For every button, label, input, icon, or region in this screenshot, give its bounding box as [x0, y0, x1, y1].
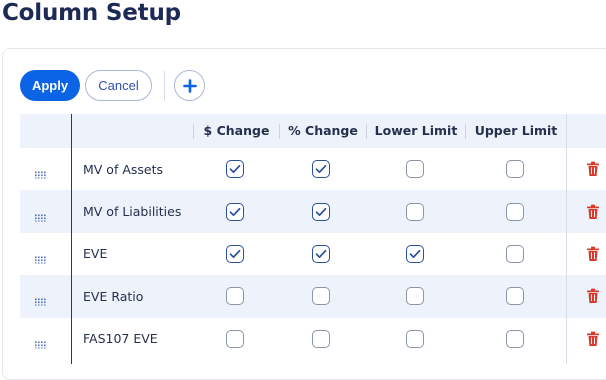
checkbox-dollar-change[interactable]	[226, 202, 244, 221]
checkbox-lower-limit[interactable]	[406, 244, 424, 263]
toolbar: Apply Cancel	[20, 70, 205, 101]
table-row: EVE Ratio	[20, 275, 606, 318]
trash-icon[interactable]	[586, 246, 600, 262]
table-row: EVE	[20, 233, 606, 275]
checkmark-icon	[229, 207, 241, 216]
checkmark-icon	[409, 249, 421, 259]
checkbox-lower-limit[interactable]	[406, 202, 424, 221]
checkbox-lower-limit[interactable]	[406, 287, 424, 306]
checkbox-dollar-change[interactable]	[226, 160, 244, 179]
page-title: Column Setup	[2, 0, 181, 26]
checkbox-lower-limit[interactable]	[406, 160, 424, 179]
trash-icon[interactable]	[586, 161, 600, 177]
checkmark-icon	[229, 165, 241, 174]
column-header-upper-limit: Upper Limit	[474, 123, 558, 138]
actions-column-divider	[566, 114, 567, 364]
plus-icon	[182, 78, 197, 93]
row-name: FAS107 EVE	[83, 331, 158, 347]
pinned-column-divider	[71, 114, 72, 364]
checkbox-percent-change[interactable]	[312, 160, 330, 179]
cancel-button[interactable]: Cancel	[85, 70, 152, 101]
checkbox-percent-change[interactable]	[312, 287, 330, 306]
checkbox-upper-limit[interactable]	[506, 244, 524, 263]
column-header-dollar-change: $ Change	[203, 123, 270, 138]
checkbox-dollar-change[interactable]	[226, 244, 244, 263]
checkbox-dollar-change[interactable]	[226, 329, 244, 348]
checkbox-percent-change[interactable]	[312, 329, 330, 348]
row-name: EVE	[83, 246, 108, 262]
trash-icon[interactable]	[586, 331, 600, 347]
checkbox-dollar-change[interactable]	[226, 287, 244, 306]
column-header-percent-change: % Change	[288, 123, 358, 138]
drag-handle-icon[interactable]	[35, 166, 46, 180]
table-row: MV of Assets	[20, 148, 606, 190]
checkbox-percent-change[interactable]	[312, 202, 330, 221]
row-name: EVE Ratio	[83, 288, 144, 304]
checkbox-lower-limit[interactable]	[406, 329, 424, 348]
table-row: FAS107 EVE	[20, 318, 606, 360]
columns-grid: $ Change % Change Lower Limit Upper Limi…	[20, 114, 606, 364]
drag-handle-icon[interactable]	[35, 250, 46, 265]
drag-handle-icon[interactable]	[35, 208, 46, 222]
trash-icon[interactable]	[586, 288, 600, 304]
checkbox-upper-limit[interactable]	[506, 160, 524, 179]
apply-button[interactable]: Apply	[20, 70, 80, 101]
table-row: MV of Liabilities	[20, 190, 606, 233]
row-name: MV of Assets	[83, 161, 164, 177]
checkbox-upper-limit[interactable]	[506, 202, 524, 221]
row-name: MV of Liabilities	[83, 204, 182, 220]
grid-header: $ Change % Change Lower Limit Upper Limi…	[20, 114, 606, 148]
checkbox-upper-limit[interactable]	[506, 329, 524, 348]
grid-body: MV of Assets MV of Liabilities EVE EVE R…	[20, 148, 606, 360]
toolbar-divider	[164, 70, 165, 101]
checkbox-percent-change[interactable]	[312, 244, 330, 263]
drag-handle-icon[interactable]	[35, 335, 46, 349]
trash-icon[interactable]	[586, 204, 600, 220]
checkmark-icon	[229, 249, 241, 259]
checkmark-icon	[315, 207, 327, 216]
checkmark-icon	[315, 165, 327, 174]
add-column-button[interactable]	[174, 70, 205, 101]
checkmark-icon	[315, 249, 327, 259]
column-header-lower-limit: Lower Limit	[374, 123, 458, 138]
drag-handle-icon[interactable]	[35, 293, 46, 307]
checkbox-upper-limit[interactable]	[506, 287, 524, 306]
